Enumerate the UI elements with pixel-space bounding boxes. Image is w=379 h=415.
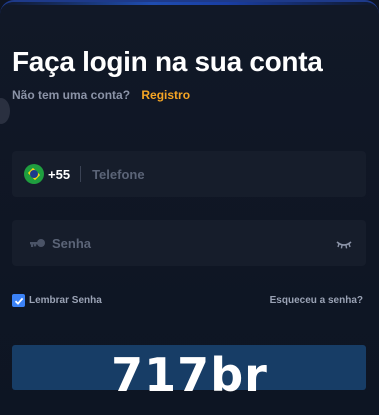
- country-code[interactable]: +55: [48, 167, 70, 182]
- password-field[interactable]: [12, 220, 366, 266]
- forgot-password-link[interactable]: Esqueceu a senha?: [270, 295, 363, 306]
- eye-closed-icon[interactable]: [335, 237, 353, 249]
- field-divider: [80, 166, 82, 182]
- brazil-flag-icon[interactable]: [24, 164, 44, 184]
- top-accent-line: [0, 2, 379, 5]
- remember-label: Lembrar Senha: [29, 295, 102, 306]
- register-link[interactable]: Registro: [141, 88, 190, 102]
- phone-input[interactable]: [92, 166, 366, 182]
- remember-password[interactable]: Lembrar Senha: [12, 294, 102, 307]
- no-account-text: Não tem uma conta?: [12, 88, 131, 102]
- decorative-side-knob: [0, 98, 10, 124]
- password-input[interactable]: [52, 235, 335, 251]
- page-title: Faça login na sua conta: [12, 46, 323, 77]
- login-panel: Faça login na sua conta Não tem uma cont…: [0, 0, 379, 415]
- remember-checkbox[interactable]: [12, 294, 25, 307]
- key-icon: [28, 236, 46, 250]
- register-prompt: Não tem uma conta? Registro: [12, 88, 190, 102]
- brand-watermark: 717br: [111, 348, 268, 402]
- phone-field[interactable]: +55: [12, 151, 366, 197]
